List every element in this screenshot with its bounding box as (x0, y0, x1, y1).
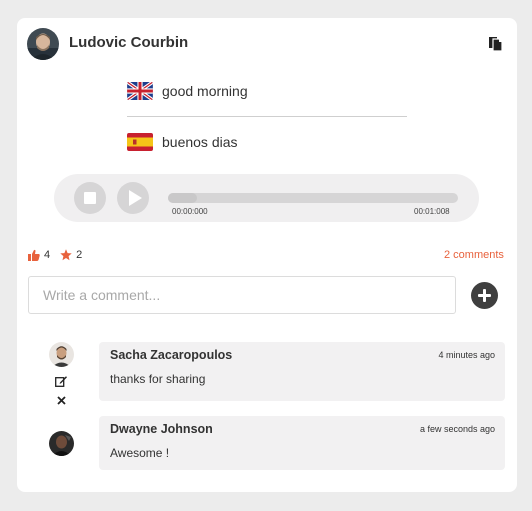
translation-spanish: buenos dias (127, 131, 238, 153)
stop-icon (84, 192, 96, 204)
comment-bubble: Sacha Zacaropoulos 4 minutes ago thanks … (99, 342, 505, 401)
thumbs-up-icon[interactable] (28, 249, 40, 261)
spain-flag-icon (127, 133, 153, 151)
commenter-name[interactable]: Sacha Zacaropoulos (110, 348, 232, 362)
comment-text: Awesome ! (110, 446, 170, 460)
duration: 00:01:008 (414, 207, 450, 216)
copy-icon[interactable] (489, 35, 503, 52)
audio-player: 00:00:000 00:01:008 (54, 174, 479, 222)
play-button[interactable] (117, 182, 149, 214)
star-count: 2 (76, 249, 83, 261)
comments-link[interactable]: 2 comments (444, 249, 504, 261)
author-name[interactable]: Ludovic Courbin (69, 34, 188, 51)
stop-button[interactable] (74, 182, 106, 214)
plus-icon-vertical (483, 289, 486, 302)
comment-time: a few seconds ago (419, 424, 495, 434)
author-avatar[interactable] (27, 28, 59, 60)
translation-text: buenos dias (162, 134, 238, 150)
progress-track[interactable] (168, 193, 458, 203)
commenter-avatar[interactable] (49, 431, 74, 456)
add-comment-button[interactable] (471, 282, 498, 309)
commenter-avatar[interactable] (49, 342, 74, 367)
like-count: 4 (44, 249, 51, 261)
reactions: 4 2 (28, 249, 92, 261)
play-icon (129, 190, 142, 206)
divider (127, 116, 407, 117)
translation-text: good morning (162, 83, 248, 99)
uk-flag-icon (127, 82, 153, 100)
edit-icon[interactable] (55, 374, 67, 387)
current-time: 00:00:000 (172, 207, 208, 216)
comment-time: 4 minutes ago (438, 350, 495, 360)
comment-input[interactable] (28, 276, 456, 314)
comment-text: thanks for sharing (110, 372, 206, 386)
commenter-name[interactable]: Dwayne Johnson (110, 422, 213, 436)
progress-fill (168, 193, 197, 203)
post-card: Ludovic Courbin good morning buenos dias… (17, 18, 517, 492)
delete-icon[interactable] (57, 392, 66, 405)
star-icon[interactable] (60, 249, 72, 261)
translation-english: good morning (127, 80, 248, 102)
comment-bubble: Dwayne Johnson a few seconds ago Awesome… (99, 416, 505, 470)
